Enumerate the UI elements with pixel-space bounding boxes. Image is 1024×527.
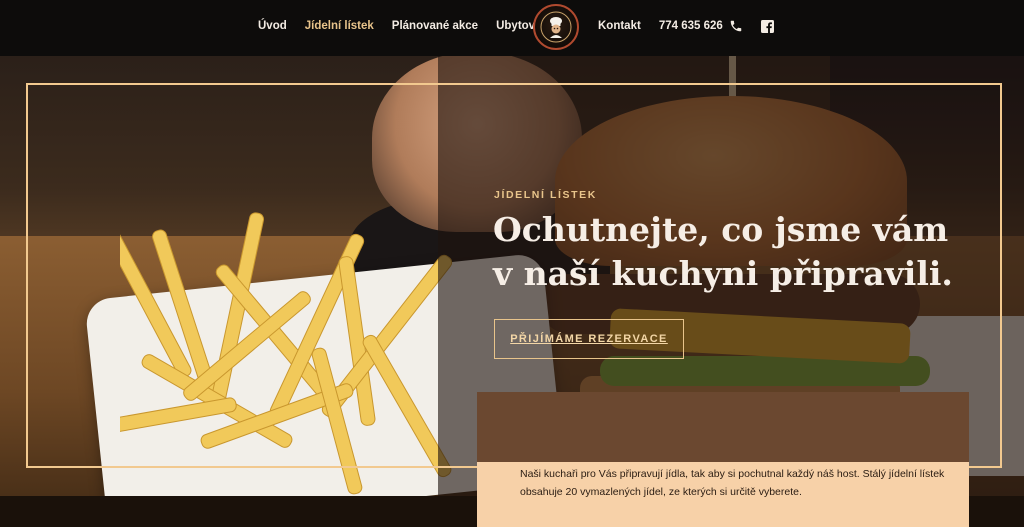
- phone-number[interactable]: 774 635 626: [659, 20, 723, 32]
- chef-logo[interactable]: [533, 4, 579, 50]
- intro-panel: Naši kuchaři pro Vás připravují jídla, t…: [477, 392, 969, 527]
- site-header: Úvod Jídelní lístek Plánované akce Ubyto…: [0, 0, 1024, 56]
- main-nav-left: Úvod Jídelní lístek Plánované akce Ubyto…: [258, 0, 552, 52]
- intro-text: Naši kuchaři pro Vás připravují jídla, t…: [520, 468, 945, 498]
- reservation-button[interactable]: PŘIJÍMÁME REZERVACE: [494, 319, 684, 359]
- nav-link-jidelni-listek[interactable]: Jídelní lístek: [305, 20, 374, 32]
- phone-icon[interactable]: [729, 19, 743, 33]
- nav-link-planovane-akce[interactable]: Plánované akce: [392, 20, 478, 32]
- hero-kicker: JÍDELNÍ LÍSTEK: [494, 189, 597, 201]
- main-nav-right: Kontakt 774 635 626: [598, 0, 774, 52]
- facebook-icon[interactable]: [760, 19, 774, 33]
- hero-headline: Ochutnejte, co jsme vám v naší kuchyni p…: [493, 210, 953, 293]
- nav-link-uvod[interactable]: Úvod: [258, 20, 287, 32]
- nav-link-kontakt[interactable]: Kontakt: [598, 20, 641, 32]
- phone-contact[interactable]: 774 635 626: [659, 19, 743, 33]
- intro-panel-top: [477, 392, 969, 462]
- chef-logo-icon: [540, 11, 572, 43]
